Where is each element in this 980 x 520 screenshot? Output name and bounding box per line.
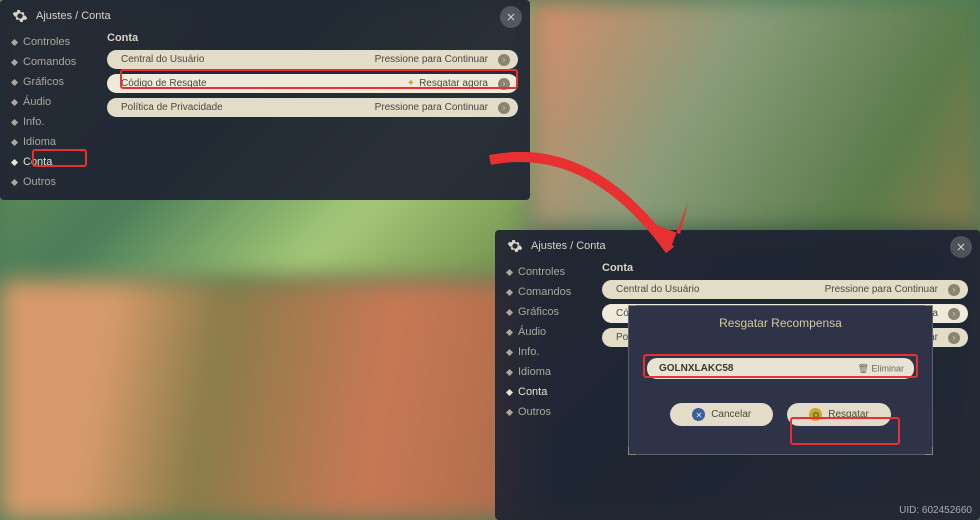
gear-icon [507,238,523,254]
sidebar-item-controles[interactable]: Controles [507,262,602,282]
chevron-right-icon: › [498,54,510,66]
chevron-right-icon: › [948,284,960,296]
row-user-center[interactable]: Central do Usuário Pressione para Contin… [107,50,518,69]
sidebar-item-outros[interactable]: Outros [507,402,602,422]
close-icon [955,241,967,253]
chevron-right-icon: › [948,332,960,344]
cancel-icon [692,408,705,421]
sidebar-item-graficos[interactable]: Gráficos [12,72,107,92]
sidebar-item-audio[interactable]: Áudio [507,322,602,342]
sidebar-item-controles[interactable]: Controles [12,32,107,52]
close-icon [505,11,517,23]
settings-sidebar: Controles Comandos Gráficos Áudio Info. … [507,262,602,422]
sidebar-item-graficos[interactable]: Gráficos [507,302,602,322]
uid-label: UID: 602452660 [899,505,972,516]
panel-header: Ajustes / Conta [0,0,530,32]
panel-header: Ajustes / Conta [495,230,980,262]
highlight-confirm-button [790,417,900,445]
chevron-right-icon: › [948,308,960,320]
highlight-redeem-row [120,69,518,89]
cancel-button[interactable]: Cancelar [670,403,773,426]
close-button[interactable] [950,236,972,258]
row-user-center[interactable]: Central do Usuário Pressione para Contin… [602,280,968,299]
sidebar-item-comandos[interactable]: Comandos [12,52,107,72]
settings-sidebar: Controles Comandos Gráficos Áudio Info. … [12,32,107,192]
breadcrumb: Ajustes / Conta [531,240,606,252]
gear-icon [12,8,28,24]
chevron-right-icon: › [498,102,510,114]
sidebar-item-comandos[interactable]: Comandos [507,282,602,302]
close-button[interactable] [500,6,522,28]
sidebar-item-conta[interactable]: Conta [507,382,602,402]
sidebar-item-info[interactable]: Info. [507,342,602,362]
section-title: Conta [602,262,968,274]
sidebar-item-info[interactable]: Info. [12,112,107,132]
modal-title: Resgatar Recompensa [629,306,932,340]
sidebar-item-audio[interactable]: Áudio [12,92,107,112]
highlight-conta-tab [32,149,87,167]
row-privacy[interactable]: Política de Privacidade Pressione para C… [107,98,518,117]
highlight-code-input [643,354,918,378]
sidebar-item-idioma[interactable]: Idioma [507,362,602,382]
breadcrumb: Ajustes / Conta [36,10,111,22]
sidebar-item-outros[interactable]: Outros [12,172,107,192]
settings-panel-step1: Ajustes / Conta Controles Comandos Gráfi… [0,0,530,200]
section-title: Conta [107,32,518,44]
settings-content: Conta Central do Usuário Pressione para … [107,32,518,192]
